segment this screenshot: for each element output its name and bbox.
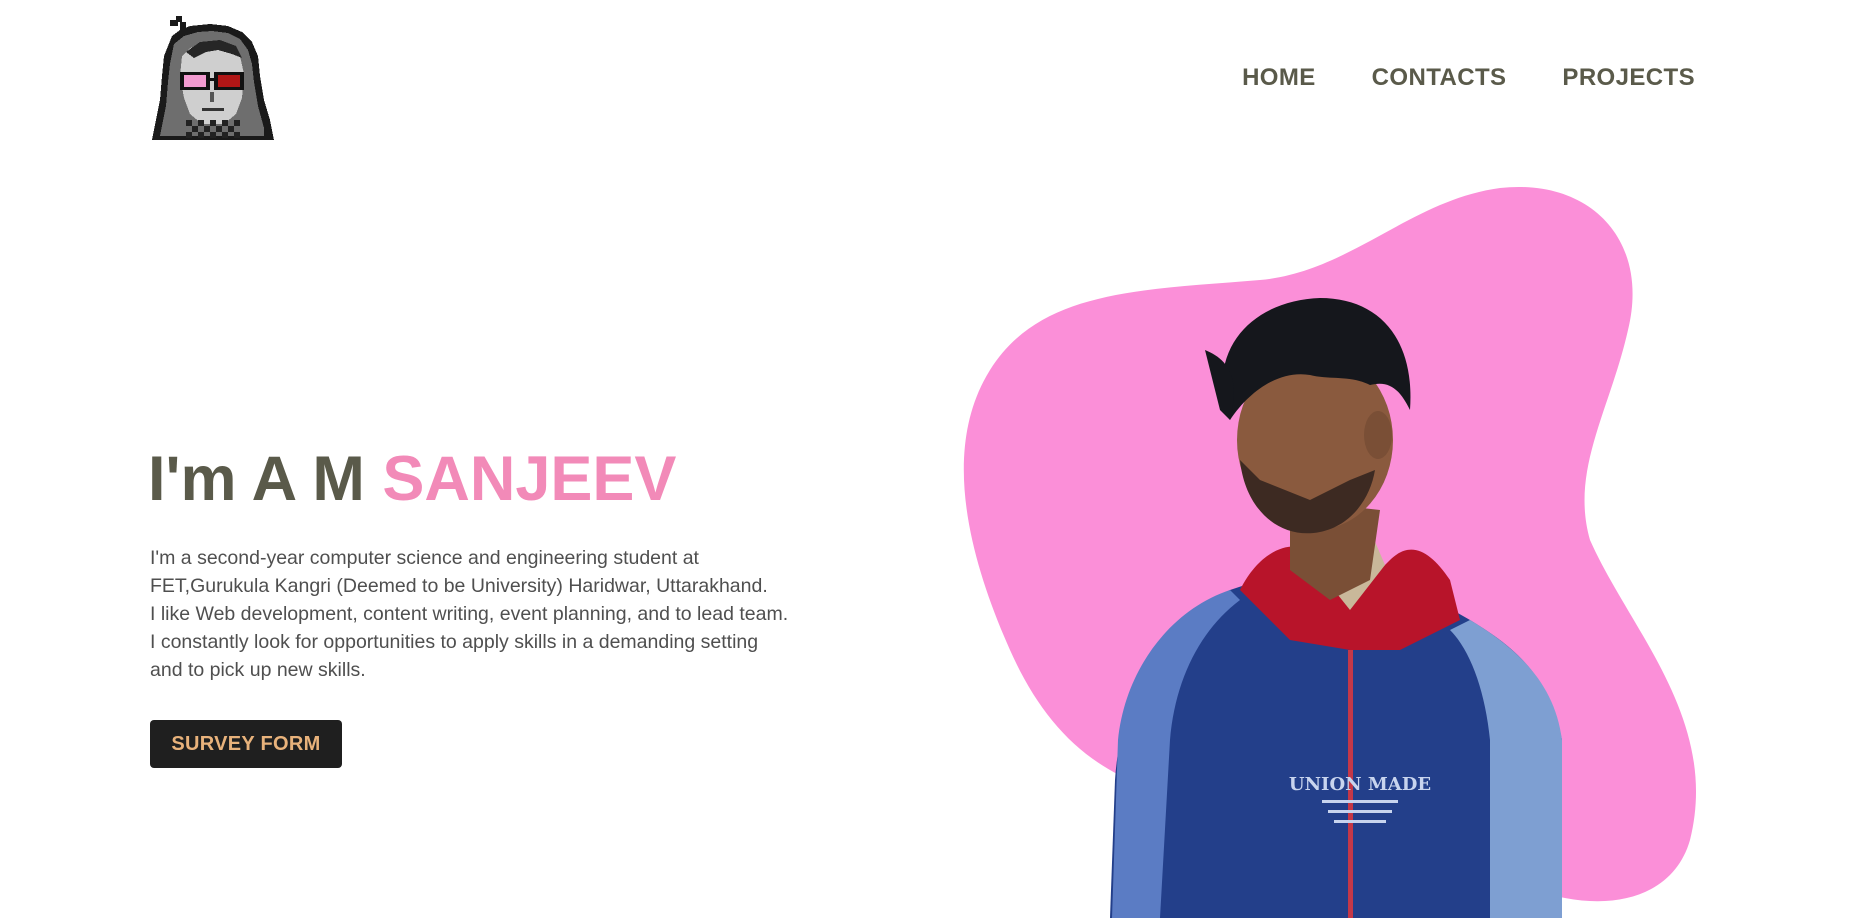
bio-line: I like Web development, content writing,…	[150, 603, 789, 625]
nav-link-projects[interactable]: PROJECTS	[1562, 64, 1695, 92]
nav-link-home[interactable]: HOME	[1242, 64, 1316, 92]
hero-svg: UNION MADE	[963, 186, 1697, 918]
hero-title: I'm A M SANJEEV	[148, 448, 676, 511]
bio-line: FET,Gurukula Kangri (Deemed to be Univer…	[150, 575, 768, 597]
bio-line: I constantly look for opportunities to a…	[150, 631, 759, 653]
hero-title-name: SANJEEV	[382, 444, 677, 514]
bio-line: and to pick up new skills.	[150, 659, 366, 681]
jacket-print-text: UNION MADE	[1289, 774, 1431, 795]
pixel-avatar-icon	[152, 16, 274, 140]
main-nav: HOME CONTACTS PROJECTS	[1242, 64, 1695, 92]
bio-text: I'm a second-year computer science and e…	[150, 544, 830, 684]
site-logo[interactable]	[150, 16, 275, 140]
survey-form-button[interactable]: SURVEY FORM	[150, 720, 342, 768]
hero-title-prefix: I'm A M	[148, 444, 383, 514]
bio-line: I'm a second-year computer science and e…	[150, 547, 699, 569]
nav-link-contacts[interactable]: CONTACTS	[1372, 64, 1507, 92]
hero-illustration: UNION MADE	[930, 180, 1710, 918]
portfolio-page: HOME CONTACTS PROJECTS I'm A M SANJEEV I…	[0, 0, 1855, 918]
